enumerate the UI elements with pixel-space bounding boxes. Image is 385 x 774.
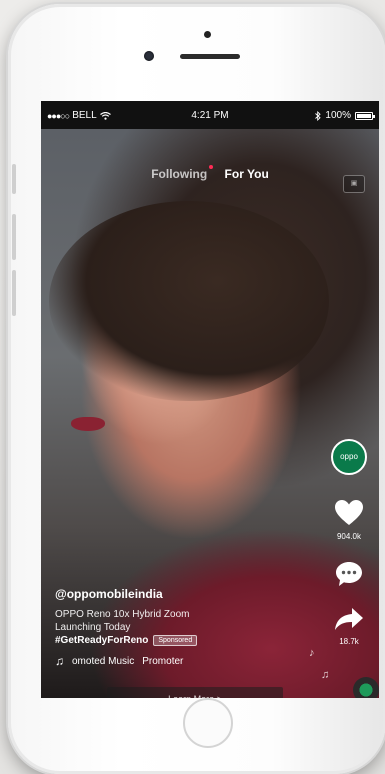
- phone-frame: ●●●○○ BELL 4:21 PM 100% Following For Yo…: [8, 4, 385, 774]
- creator-handle[interactable]: @oppomobileindia: [55, 587, 305, 601]
- sponsored-badge: Sponsored: [153, 635, 198, 646]
- phone-screen: ●●●○○ BELL 4:21 PM 100% Following For Yo…: [41, 101, 379, 698]
- mute-switch: [12, 164, 16, 194]
- share-count: 18.7k: [339, 637, 359, 646]
- tab-for-you[interactable]: For You: [225, 167, 269, 181]
- tab-following[interactable]: Following: [151, 165, 214, 181]
- bluetooth-icon: [315, 110, 322, 121]
- feed-tabs: Following For You: [41, 165, 379, 181]
- comment-icon: [336, 562, 362, 586]
- battery-percent: 100%: [325, 110, 351, 121]
- music-info[interactable]: ♫ omoted Music Promoter: [55, 654, 305, 668]
- volume-up-button: [12, 214, 16, 260]
- proximity-sensor: [204, 31, 211, 38]
- battery-icon: [355, 111, 375, 120]
- video-subject-lips: [71, 417, 105, 431]
- status-bar: ●●●○○ BELL 4:21 PM 100%: [41, 101, 379, 129]
- learn-more-button[interactable]: Learn More >: [107, 687, 283, 698]
- volume-down-button: [12, 270, 16, 316]
- caption-line-2: Launching Today: [55, 622, 131, 633]
- music-title: omoted Music: [72, 655, 135, 667]
- music-title-scroll: Promoter: [142, 655, 184, 667]
- video-caption: @oppomobileindia OPPO Reno 10x Hybrid Zo…: [55, 587, 305, 668]
- heart-icon: [335, 500, 363, 525]
- share-button[interactable]: 18.7k: [319, 607, 379, 646]
- like-count: 904.0k: [336, 532, 362, 541]
- front-camera: [144, 51, 154, 61]
- floating-note-icon-2: ♫: [321, 669, 330, 681]
- music-note-icon: ♫: [55, 654, 64, 668]
- video-feed[interactable]: Following For You ▣ oppo 904.0k 18.7k @o…: [41, 129, 379, 698]
- comment-button[interactable]: [319, 561, 379, 592]
- like-button[interactable]: 904.0k: [319, 499, 379, 541]
- earpiece-speaker: [180, 54, 240, 59]
- notification-dot: [209, 165, 214, 169]
- home-button[interactable]: [183, 698, 233, 748]
- creator-avatar[interactable]: oppo: [331, 439, 367, 475]
- share-icon: [335, 608, 363, 630]
- live-icon[interactable]: ▣: [343, 175, 365, 193]
- floating-note-icon: ♪: [309, 647, 315, 659]
- hashtag-link[interactable]: #GetReadyForReno: [55, 635, 148, 646]
- caption-line-1: OPPO Reno 10x Hybrid Zoom: [55, 609, 190, 620]
- video-subject-hair: [49, 201, 329, 401]
- music-disc-icon[interactable]: [353, 677, 379, 698]
